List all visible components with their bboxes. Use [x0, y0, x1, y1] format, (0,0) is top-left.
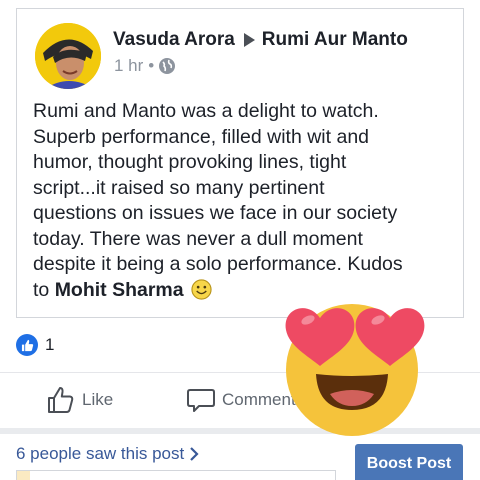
mention-link[interactable]: Mohit Sharma — [55, 279, 184, 301]
post-line: Rumi and Manto was a delight to watch. — [33, 100, 379, 122]
heart-eyes-emoji-sticker — [278, 290, 426, 438]
comment-bubble-icon — [187, 389, 215, 412]
boost-post-button[interactable]: Boost Post — [355, 444, 463, 480]
author-name[interactable]: Vasuda Arora — [113, 29, 235, 51]
thumbs-up-outline-icon — [48, 387, 74, 413]
like-button[interactable]: Like — [46, 380, 113, 420]
post-line: script...it raised so many pertinent — [33, 176, 325, 199]
thumbs-up-icon — [21, 339, 33, 351]
post-card: Vasuda Arora Rumi Aur Manto 1 hr • Rumi … — [16, 8, 464, 318]
post-insights-footer: 6 people saw this post Boost Post — [0, 434, 480, 480]
globe-icon — [159, 58, 176, 74]
reactions-summary[interactable]: 1 — [16, 334, 54, 356]
like-badge-icon — [16, 334, 38, 356]
post-meta: 1 hr • — [114, 56, 176, 76]
author-avatar[interactable] — [35, 23, 101, 89]
post-line: despite it being a solo performance. Kud… — [33, 253, 403, 275]
post-body: Rumi and Manto was a delight to watch. S… — [33, 99, 465, 303]
post-header: Vasuda Arora Rumi Aur Manto — [113, 29, 408, 51]
reach-progress-fill — [17, 471, 30, 480]
reach-progress-bar — [16, 470, 336, 480]
reach-text: 6 people saw this post — [16, 444, 185, 463]
post-line: today. There was never a dull moment — [33, 227, 363, 250]
meta-separator: • — [148, 56, 155, 75]
post-time[interactable]: 1 hr — [114, 56, 143, 76]
heart-eyes-emoji — [285, 304, 425, 436]
mention-prefix: to — [33, 278, 55, 301]
post-line: questions on issues we face in our socie… — [33, 202, 398, 224]
reaction-count: 1 — [45, 335, 55, 354]
like-label: Like — [82, 390, 114, 409]
page-name[interactable]: Rumi Aur Manto — [262, 29, 408, 51]
reach-link[interactable]: 6 people saw this post — [16, 444, 199, 464]
author-photo — [35, 23, 101, 89]
chevron-right-icon — [190, 447, 199, 461]
post-line: Superb performance, filled with wit and — [33, 125, 370, 148]
right-triangle-icon — [243, 33, 255, 47]
smiley-icon — [191, 278, 212, 300]
post-line: humor, thought provoking lines, tight — [33, 151, 347, 173]
